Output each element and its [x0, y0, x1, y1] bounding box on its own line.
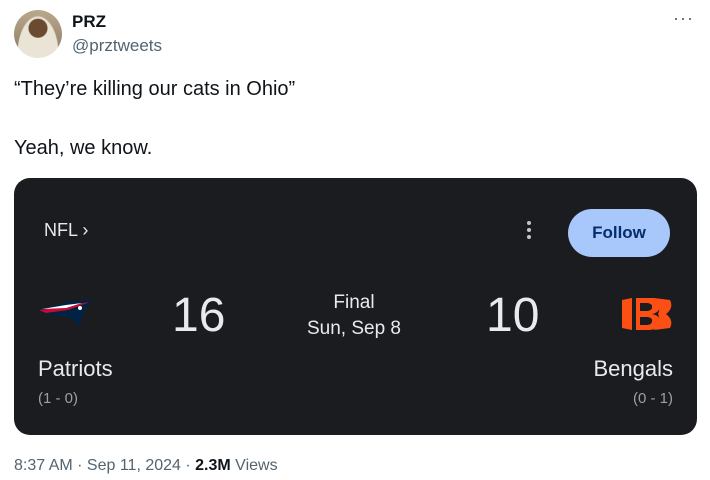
avatar[interactable] — [14, 10, 62, 58]
tweet-time[interactable]: 8:37 AM — [14, 457, 73, 474]
patriots-logo-icon — [38, 300, 92, 326]
tweet-date[interactable]: Sep 11, 2024 — [87, 457, 181, 474]
away-team-name[interactable]: Bengals — [593, 356, 673, 382]
home-team-record: (1 - 0) — [38, 390, 79, 407]
handle[interactable]: @przt​weets — [72, 36, 162, 56]
separator-dot: · — [72, 457, 87, 474]
home-team-name[interactable]: Patriots — [38, 356, 113, 382]
views-label: Views — [230, 457, 278, 474]
more-options-icon[interactable]: ··· — [673, 8, 694, 29]
display-name[interactable]: PRZ — [72, 12, 106, 32]
game-status-final: Final — [333, 292, 375, 313]
home-score: 16 — [172, 289, 226, 342]
tweet-text-line-2: Yeah, we know. — [14, 137, 153, 159]
tweet-text-line-1: “They’re killing our cats in Ohio” — [14, 78, 296, 100]
game-date: Sun, Sep 8 — [306, 318, 402, 339]
league-link[interactable]: NFL › — [44, 220, 88, 241]
follow-button[interactable]: Follow — [568, 209, 670, 257]
away-score: 10 — [486, 289, 540, 342]
away-team-record: (0 - 1) — [632, 390, 673, 407]
separator-dot: · — [180, 457, 196, 474]
game-status: Final Sun, Sep 8 — [254, 290, 454, 342]
scoreboard-card[interactable]: NFL › Follow 16 Final Sun, Sep 8 10 Patr… — [14, 178, 697, 435]
kebab-menu-icon[interactable] — [522, 218, 536, 246]
bengals-logo-icon — [618, 296, 674, 332]
tweet-meta: 8:37 AM · Sep 11, 2024 · 2.3M Views — [14, 457, 278, 475]
views-count[interactable]: 2.3M — [195, 457, 231, 474]
